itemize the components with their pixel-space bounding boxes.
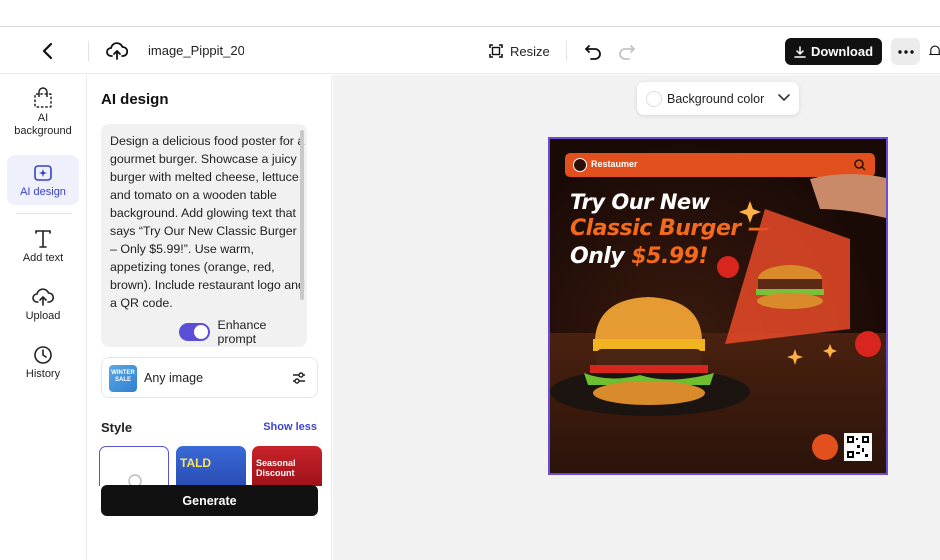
- bell-icon: [928, 45, 940, 56]
- divider: [16, 213, 72, 214]
- burger-illustration: [550, 174, 886, 416]
- download-icon: [794, 45, 806, 58]
- more-icon: [897, 49, 914, 54]
- enhance-prompt-row: Enhance prompt: [179, 318, 307, 346]
- style-option-1[interactable]: TALD: [176, 446, 246, 486]
- back-button[interactable]: [36, 39, 60, 63]
- divider: [88, 41, 89, 61]
- background-color-dropdown[interactable]: Background color: [637, 82, 799, 115]
- resize-button[interactable]: Resize: [488, 39, 550, 63]
- style-option-2[interactable]: Seasonal Discount: [252, 446, 322, 486]
- download-label: Download: [810, 44, 874, 59]
- rail-item-ai-design[interactable]: AI design: [7, 155, 79, 205]
- chevron-left-icon: [42, 42, 53, 60]
- background-color-label: Background color: [667, 92, 765, 106]
- bag-icon: [34, 87, 52, 108]
- qr-code-icon: [847, 436, 869, 458]
- canvas-area[interactable]: Background color Restaumer Try Our New C…: [333, 75, 940, 560]
- rail-item-label: AI background: [14, 112, 72, 137]
- qr-code: [844, 433, 872, 461]
- image-type-thumbnail: WINTER SALE: [109, 365, 137, 392]
- color-swatch: [646, 91, 662, 107]
- enhance-prompt-toggle[interactable]: [179, 323, 210, 341]
- cloud-save-button[interactable]: [104, 38, 130, 64]
- more-options-button[interactable]: [891, 38, 920, 65]
- sparkle-image-icon: [34, 165, 52, 181]
- style-option-none[interactable]: [99, 446, 169, 486]
- panel-title: AI design: [101, 91, 169, 108]
- download-button[interactable]: Download: [785, 38, 882, 65]
- text-icon: [35, 230, 51, 248]
- divider: [566, 41, 567, 61]
- redo-icon: [619, 45, 635, 60]
- left-rail: AI background AI design Add text Upload …: [0, 75, 87, 560]
- rail-item-label: Upload: [25, 310, 61, 322]
- rail-item-add-text[interactable]: Add text: [7, 229, 79, 269]
- cloud-upload-icon: [106, 42, 128, 60]
- cloud-upload-icon: [32, 288, 54, 306]
- undo-button[interactable]: [582, 39, 604, 63]
- prompt-textarea[interactable]: Design a delicious food poster for a gou…: [101, 124, 307, 347]
- rail-item-label: History: [25, 368, 61, 380]
- image-type-label: Any image: [144, 371, 204, 385]
- redo-button[interactable]: [616, 39, 638, 63]
- restaurant-logo-icon: [812, 434, 838, 460]
- generate-button[interactable]: Generate: [101, 485, 318, 516]
- project-name[interactable]: image_Pippit_20: [148, 43, 244, 58]
- poster-image[interactable]: Restaumer Try Our New Classic Burger — O…: [548, 137, 888, 475]
- notifications-button[interactable]: [928, 40, 940, 62]
- clock-icon: [34, 346, 52, 364]
- rail-item-label: AI design: [20, 186, 66, 198]
- prompt-scrollbar[interactable]: [300, 130, 304, 300]
- sliders-icon[interactable]: [291, 370, 307, 386]
- resize-label: Resize: [510, 43, 550, 59]
- ai-design-panel: AI design Design a delicious food poster…: [88, 75, 332, 560]
- show-less-link[interactable]: Show less: [263, 421, 317, 433]
- undo-icon: [585, 45, 601, 60]
- rail-item-label: Add text: [22, 252, 64, 264]
- rail-item-ai-background[interactable]: AI background: [7, 87, 79, 145]
- prompt-text: Design a delicious food poster for a gou…: [110, 134, 305, 310]
- enhance-prompt-label: Enhance prompt: [217, 318, 267, 346]
- image-type-selector[interactable]: WINTER SALE Any image: [101, 357, 318, 398]
- rail-item-history[interactable]: History: [7, 345, 79, 385]
- top-toolbar: image_Pippit_20 Resize Download: [0, 26, 940, 74]
- chevron-down-icon: [778, 94, 790, 102]
- resize-icon: [489, 44, 503, 58]
- rail-item-upload[interactable]: Upload: [7, 287, 79, 327]
- style-section-label: Style: [101, 420, 133, 435]
- empty-style-icon: [128, 474, 142, 486]
